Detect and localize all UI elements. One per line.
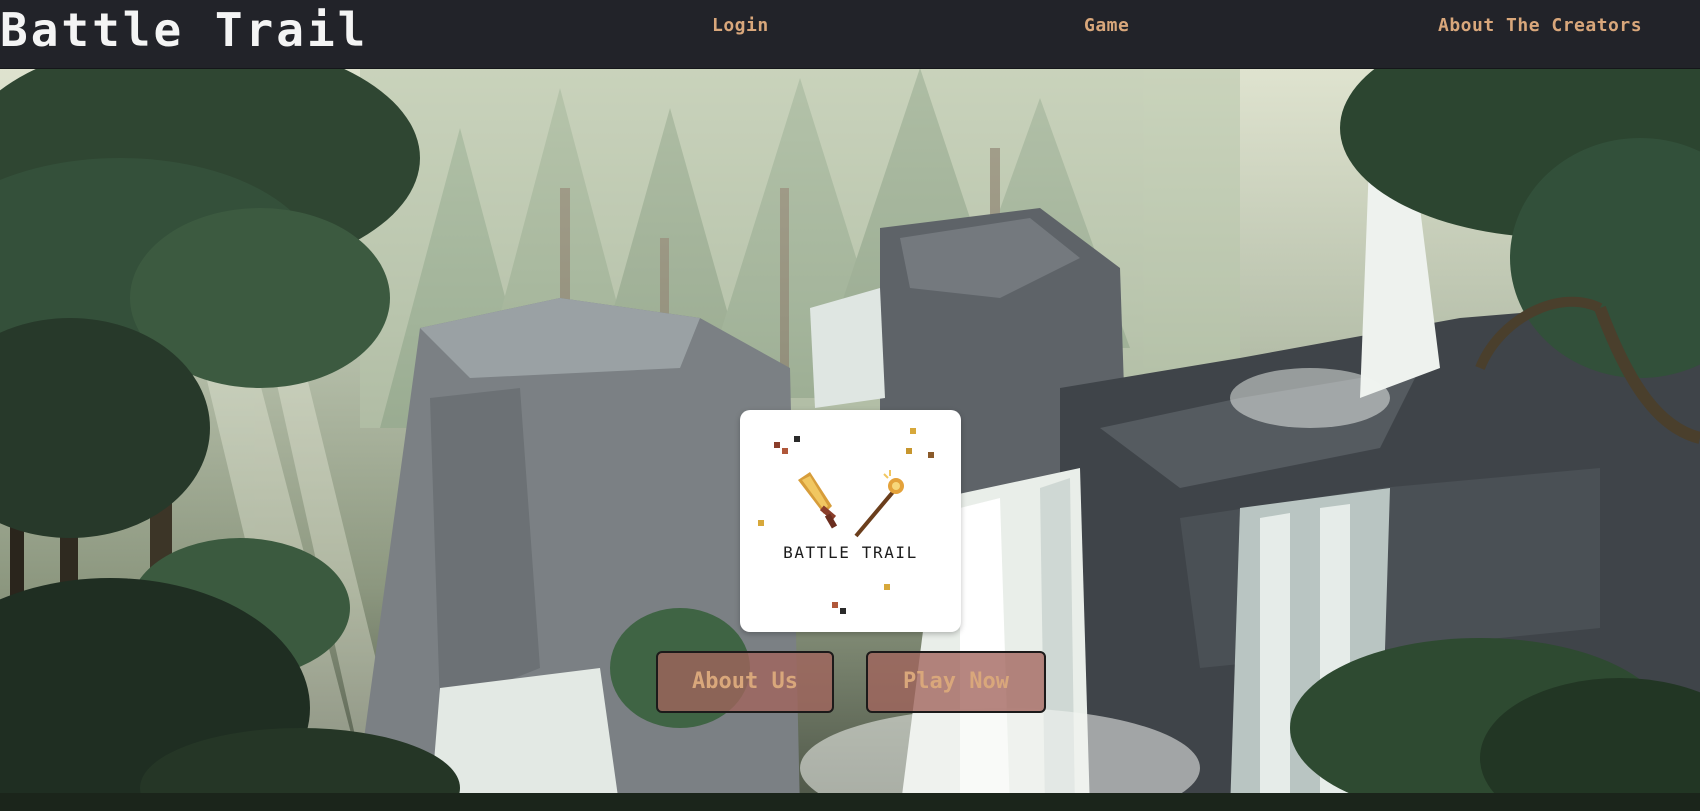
pixel-dot (782, 448, 788, 454)
play-now-button[interactable]: Play Now (866, 651, 1046, 713)
nav-link-login[interactable]: Login (712, 14, 769, 38)
logo-title: BATTLE TRAIL (783, 543, 918, 562)
pixel-dot (832, 602, 838, 608)
pixel-dot (794, 436, 800, 442)
sword-icon (798, 472, 838, 529)
about-us-button[interactable]: About Us (656, 651, 834, 713)
site-brand[interactable]: Battle Trail (0, 2, 368, 58)
staff-icon (854, 470, 904, 538)
nav-link-about-the-creators[interactable]: About The Creators (1438, 14, 1642, 38)
pixel-dot (774, 442, 780, 448)
pixel-dot (758, 520, 764, 526)
navbar: Battle Trail Login Game About The Creato… (0, 0, 1700, 68)
pixel-dot (840, 608, 846, 614)
pixel-dot (910, 428, 916, 434)
game-logo-card (740, 410, 961, 632)
nav-link-game[interactable]: Game (1084, 14, 1129, 38)
logo-graphic (758, 428, 934, 614)
pixel-dot (906, 448, 912, 454)
pixel-dot (884, 584, 890, 590)
pixel-dot (928, 452, 934, 458)
